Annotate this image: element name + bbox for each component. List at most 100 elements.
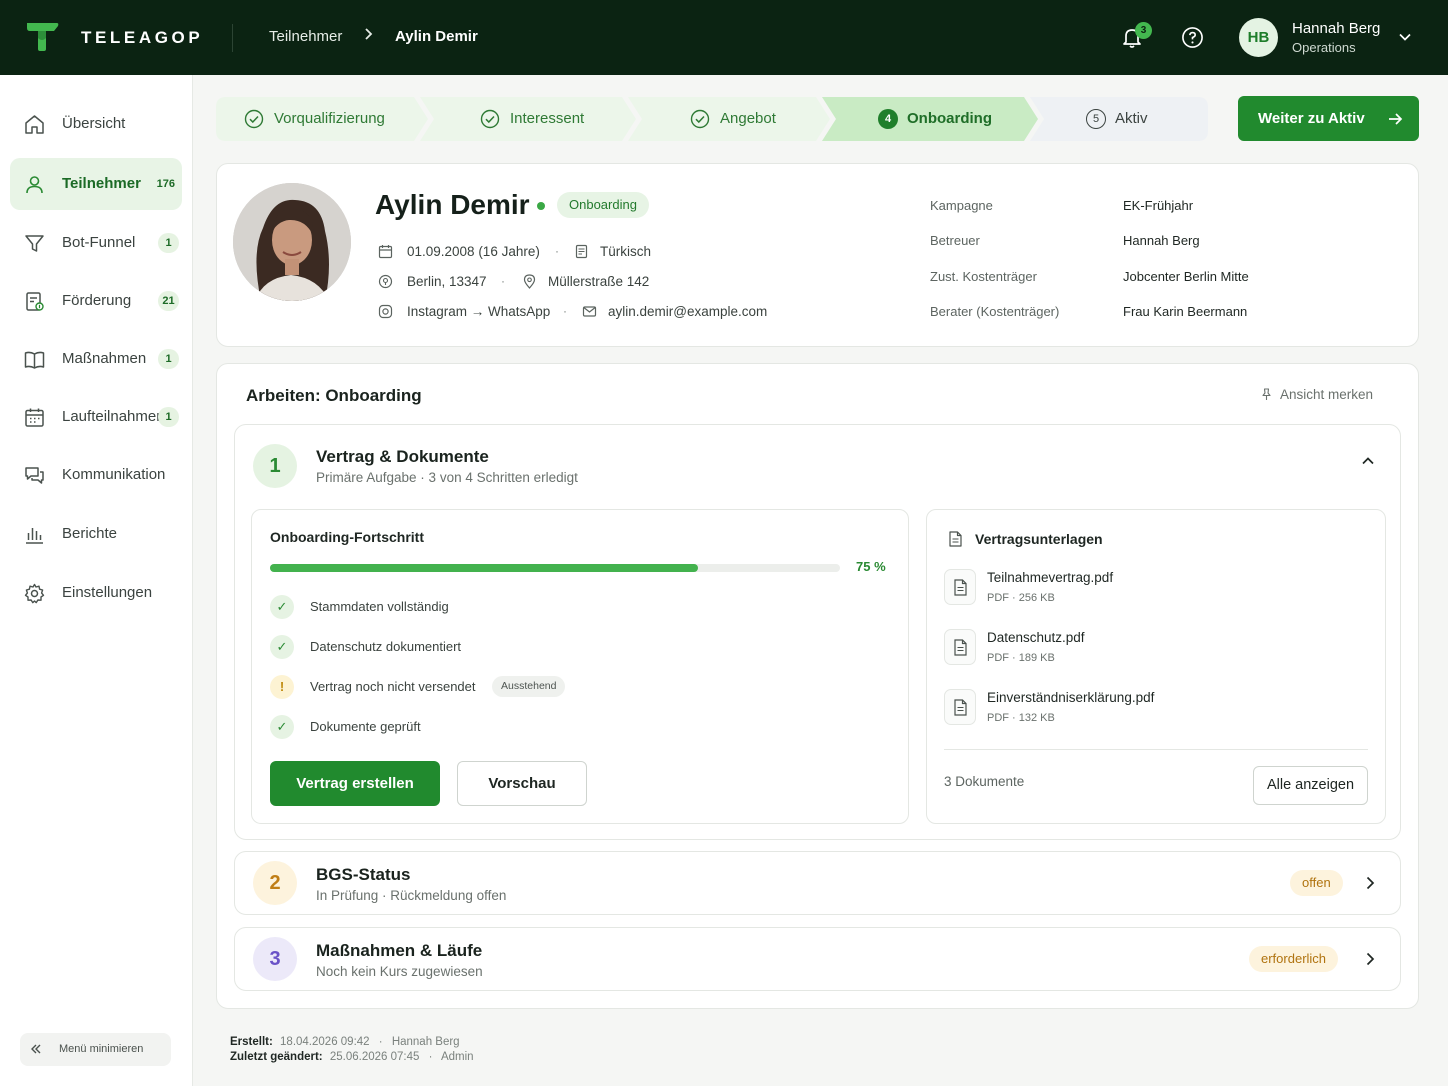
- check-circle-icon: [244, 109, 264, 129]
- checklist-label: Dokumente geprüft: [310, 719, 421, 734]
- sidebar-item-teilnehmer[interactable]: Teilnehmer 176: [10, 158, 182, 210]
- sidebar-item-laufteilnahmen[interactable]: Laufteilnahmen 1: [10, 391, 182, 443]
- changed-line: Zuletzt geändert: 25.06.2026 07:45 · Adm…: [230, 1051, 474, 1063]
- home-icon: [25, 115, 44, 134]
- section-number-badge: 2: [253, 861, 297, 905]
- map-pin-icon: [523, 274, 536, 289]
- section-bgs-status[interactable]: 2 BGS-Status In Prüfung · Rückmeldung of…: [234, 851, 1401, 915]
- work-panel-title: Arbeiten: Onboarding: [246, 386, 422, 405]
- location-pin-icon: [378, 274, 393, 289]
- pdf-file-icon: [944, 629, 976, 665]
- status-badge: offen: [1290, 870, 1343, 896]
- language-document-icon: [575, 244, 588, 259]
- sidebar-item-einstellungen[interactable]: Einstellungen: [10, 567, 182, 619]
- participant-name: Aylin Demir: [375, 189, 530, 220]
- breadcrumb-current: Aylin Demir: [395, 28, 478, 45]
- user-avatar[interactable]: HB: [1239, 18, 1278, 57]
- book-icon: [24, 351, 45, 369]
- separator-dot: ·: [563, 304, 567, 318]
- pin-icon[interactable]: [1260, 388, 1273, 401]
- section-measures-runs[interactable]: 3 Maßnahmen & Läufe Noch kein Kurs zugew…: [234, 927, 1401, 991]
- chevron-right-icon[interactable]: [1362, 875, 1378, 891]
- preview-button[interactable]: Vorschau: [457, 761, 587, 806]
- acquisition-channel: Instagram → WhatsApp: [407, 304, 551, 319]
- document-item[interactable]: Einverständniserklärung.pdf PDF · 132 KB: [944, 689, 1368, 733]
- sidebar-item-kommunikation[interactable]: Kommunikation: [10, 449, 182, 501]
- sidebar-item-berichte[interactable]: Berichte: [10, 508, 182, 560]
- chevron-right-icon[interactable]: [1362, 951, 1378, 967]
- email-link[interactable]: aylin.demir@example.com: [608, 304, 767, 319]
- work-panel: Arbeiten: Onboarding Ansicht merken 1 Ve…: [216, 363, 1419, 1009]
- sidebar-item-badge: 1: [158, 233, 179, 253]
- changed-value: 25.06.2026 07:45: [329, 1051, 420, 1063]
- save-view-button[interactable]: Ansicht merken: [1280, 387, 1373, 402]
- breadcrumb-teilnehmer[interactable]: Teilnehmer: [269, 28, 342, 45]
- detail-key-betreuer: Betreuer: [930, 233, 980, 248]
- detail-value-betreuer: Hannah Berg: [1123, 233, 1200, 248]
- document-item[interactable]: Datenschutz.pdf PDF · 189 KB: [944, 629, 1368, 673]
- sidebar-item-badge: 176: [156, 178, 175, 190]
- top-bar: TELEAGOP Teilnehmer Aylin Demir 3 HB Han…: [0, 0, 1448, 75]
- step-label: Onboarding: [907, 110, 992, 127]
- divider: [232, 24, 233, 52]
- sidebar-item-uebersicht[interactable]: Übersicht: [10, 98, 182, 150]
- next-step-button[interactable]: Weiter zu Aktiv: [1238, 96, 1419, 141]
- sidebar-item-badge: 21: [158, 291, 179, 311]
- section-subtitle: Primäre Aufgabe · 3 von 4 Schritten erle…: [316, 470, 578, 485]
- sidebar-item-label: Kommunikation: [62, 466, 166, 483]
- sidebar: Übersicht Teilnehmer 176 Bot-Funnel 1 Fö…: [0, 75, 193, 1086]
- progress-percent: 75 %: [856, 559, 886, 574]
- pdf-file-icon: [944, 569, 976, 605]
- separator-dot: ·: [555, 244, 559, 258]
- sidebar-item-label: Maßnahmen: [62, 350, 147, 367]
- logo-icon: [27, 23, 59, 51]
- detail-key-kostentraeger: Zust. Kostenträger: [930, 269, 1037, 284]
- chevron-up-icon[interactable]: [1360, 453, 1376, 469]
- help-icon[interactable]: [1181, 26, 1204, 49]
- breadcrumb-separator-icon: [364, 27, 374, 45]
- contract-documents-panel: Vertragsunterlagen Teilnahmevertrag.pdf …: [926, 509, 1386, 824]
- created-line: Erstellt: 18.04.2026 09:42 · Hannah Berg: [230, 1036, 460, 1048]
- minimize-menu-button[interactable]: Menü minimieren: [20, 1033, 171, 1066]
- document-name: Einverständniserklärung.pdf: [987, 690, 1155, 705]
- step-number-badge: 5: [1086, 109, 1106, 129]
- user-name[interactable]: Hannah Berg: [1292, 20, 1380, 37]
- sidebar-item-badge: 1: [158, 407, 179, 427]
- funnel-icon: [25, 235, 44, 252]
- step-label: Interessent: [510, 110, 585, 127]
- step-label: Aktiv: [1115, 110, 1148, 127]
- double-chevron-left-icon: [31, 1044, 41, 1054]
- sidebar-item-label: Laufteilnahmen: [62, 408, 165, 425]
- brand-logo[interactable]: TELEAGOP: [24, 20, 200, 52]
- create-contract-button[interactable]: Vertrag erstellen: [270, 761, 440, 806]
- step-number-badge: 4: [878, 109, 898, 129]
- participant-profile-card: Aylin Demir Onboarding 01.09.2008 (16 Ja…: [216, 163, 1419, 347]
- chat-icon: [25, 467, 44, 484]
- check-circle-icon: [690, 109, 710, 129]
- sidebar-item-bot-funnel[interactable]: Bot-Funnel 1: [10, 217, 182, 269]
- detail-value-kampagne: EK-Frühjahr: [1123, 198, 1194, 213]
- detail-value-kostentraeger: Jobcenter Berlin Mitte: [1123, 269, 1249, 284]
- birthdate: 01.09.2008 (16 Jahre): [407, 244, 540, 259]
- sidebar-item-label: Bot-Funnel: [62, 234, 136, 251]
- section-number-badge: 3: [253, 937, 297, 981]
- divider: [944, 749, 1368, 750]
- street: Müllerstraße 142: [548, 274, 650, 289]
- progress-title: Onboarding-Fortschritt: [270, 529, 424, 545]
- documents-title: Vertragsunterlagen: [975, 531, 1103, 547]
- document-item[interactable]: Teilnahmevertrag.pdf PDF · 256 KB: [944, 569, 1368, 613]
- next-step-label: Weiter zu Aktiv: [1258, 110, 1365, 127]
- sidebar-item-label: Übersicht: [62, 115, 126, 132]
- sidebar-item-foerderung[interactable]: Förderung 21: [10, 275, 182, 327]
- show-all-documents-button[interactable]: Alle anzeigen: [1253, 766, 1368, 805]
- step-label: Angebot: [720, 110, 776, 127]
- sidebar-item-massnahmen[interactable]: Maßnahmen 1: [10, 333, 182, 385]
- sidebar-item-label: Berichte: [62, 525, 118, 542]
- sidebar-item-badge: 1: [158, 349, 179, 369]
- sidebar-item-label: Einstellungen: [62, 584, 153, 601]
- pending-badge: Ausstehend: [492, 676, 566, 697]
- checklist-label: Stammdaten vollständig: [310, 599, 449, 614]
- check-icon: ✓: [270, 715, 294, 739]
- chevron-down-icon[interactable]: [1398, 30, 1412, 44]
- stage-badge: Onboarding: [557, 192, 649, 218]
